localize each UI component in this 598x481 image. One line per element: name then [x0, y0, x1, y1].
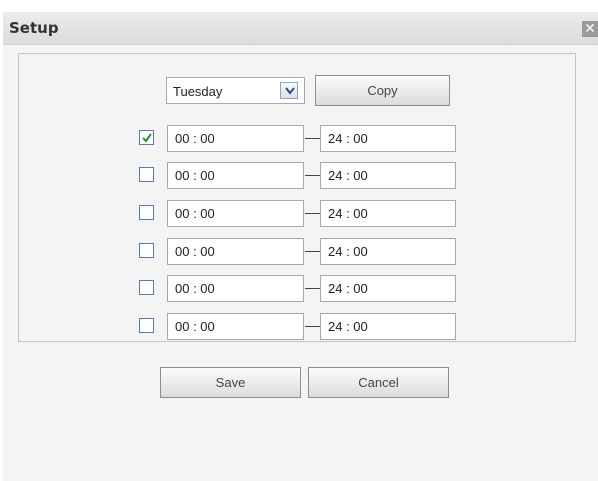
period-row: 00 : 00 24 : 00 [0, 313, 598, 340]
end-time-input[interactable]: 24 : 00 [320, 200, 456, 227]
time-range-dash [305, 288, 321, 289]
title-bar: Setup ✕ [3, 12, 598, 45]
period-enabled-checkbox[interactable] [139, 167, 154, 182]
check-icon [142, 133, 152, 143]
start-time-input[interactable]: 00 : 00 [167, 200, 304, 227]
end-time-input[interactable]: 24 : 00 [320, 125, 456, 152]
time-range-dash [305, 175, 321, 176]
end-time-input[interactable]: 24 : 00 [320, 275, 456, 302]
day-select-value: Tuesday [173, 84, 223, 99]
save-button[interactable]: Save [160, 367, 301, 398]
period-enabled-checkbox[interactable] [139, 205, 154, 220]
end-time-input[interactable]: 24 : 00 [320, 162, 456, 189]
cancel-button[interactable]: Cancel [308, 367, 449, 398]
period-enabled-checkbox[interactable] [139, 130, 154, 145]
period-row: 00 : 00 24 : 00 [0, 125, 598, 152]
start-time-input[interactable]: 00 : 00 [167, 275, 304, 302]
time-range-dash [305, 251, 321, 252]
start-time-input[interactable]: 00 : 00 [167, 162, 304, 189]
time-range-dash [305, 213, 321, 214]
close-icon[interactable]: ✕ [582, 21, 598, 37]
chevron-down-icon[interactable] [280, 82, 298, 99]
period-row: 00 : 00 24 : 00 [0, 238, 598, 265]
period-row: 00 : 00 24 : 00 [0, 162, 598, 189]
dialog-title: Setup [9, 19, 59, 37]
period-enabled-checkbox[interactable] [139, 318, 154, 333]
period-row: 00 : 00 24 : 00 [0, 275, 598, 302]
time-range-dash [305, 326, 321, 327]
start-time-input[interactable]: 00 : 00 [167, 313, 304, 340]
period-enabled-checkbox[interactable] [139, 243, 154, 258]
copy-button[interactable]: Copy [315, 75, 450, 106]
start-time-input[interactable]: 00 : 00 [167, 238, 304, 265]
time-range-dash [305, 138, 321, 139]
day-select[interactable]: Tuesday [166, 77, 305, 104]
end-time-input[interactable]: 24 : 00 [320, 313, 456, 340]
end-time-input[interactable]: 24 : 00 [320, 238, 456, 265]
period-row: 00 : 00 24 : 00 [0, 200, 598, 227]
period-enabled-checkbox[interactable] [139, 280, 154, 295]
start-time-input[interactable]: 00 : 00 [167, 125, 304, 152]
